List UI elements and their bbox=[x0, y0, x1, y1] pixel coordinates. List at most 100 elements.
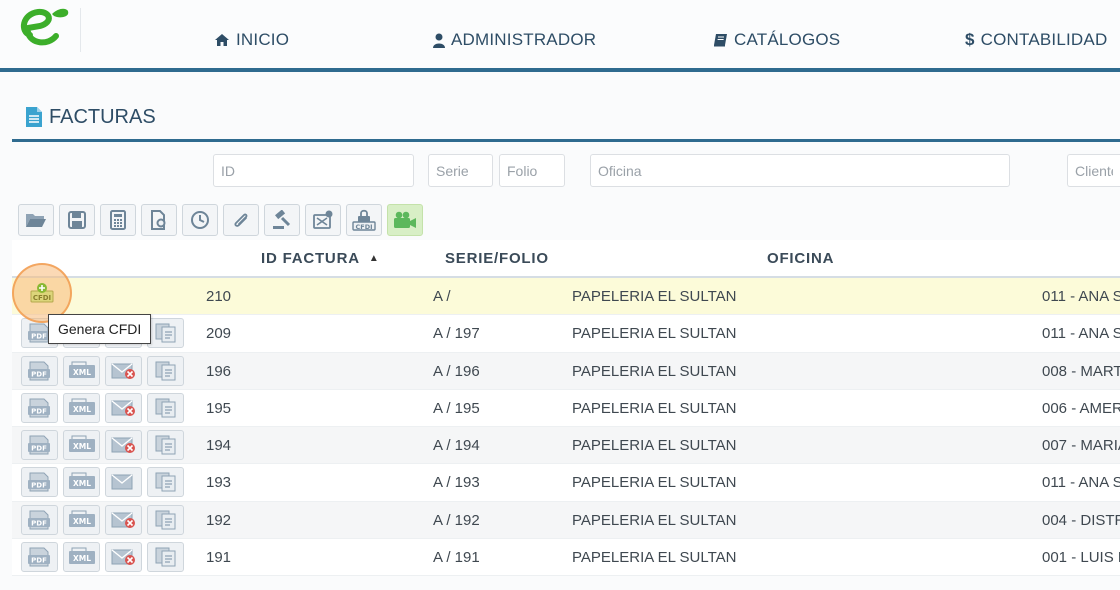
copy-button[interactable] bbox=[147, 355, 184, 386]
pdf-button[interactable]: PDF bbox=[21, 430, 58, 461]
app-logo[interactable] bbox=[14, 2, 74, 52]
cell-oficina: PAPELERIA EL SULTAN bbox=[572, 362, 737, 380]
cell-serie-folio: A / bbox=[433, 288, 451, 305]
cell-cliente: 008 - MART bbox=[1042, 362, 1120, 380]
document-icon bbox=[26, 107, 42, 127]
table-row[interactable]: 210 A / PAPELERIA EL SULTAN 011 - ANA S bbox=[12, 278, 1120, 316]
table-row[interactable]: PDFXML209A / 197PAPELERIA EL SULTAN011 -… bbox=[12, 315, 1120, 353]
video-camera-button[interactable] bbox=[387, 204, 423, 236]
cell-serie-folio: A / 194 bbox=[433, 437, 480, 455]
nav-inicio[interactable]: INICIO bbox=[214, 29, 289, 51]
filter-cliente-input[interactable] bbox=[1067, 154, 1120, 187]
filter-oficina-input[interactable] bbox=[590, 154, 1010, 187]
table-row[interactable]: PDF XML 192 A / 192 PAPELERIA EL SULTAN 004 -… bbox=[12, 501, 1120, 540]
cfdi-add-icon: CFDI bbox=[30, 283, 54, 303]
open-button[interactable] bbox=[18, 204, 54, 236]
calculator-button[interactable] bbox=[100, 204, 136, 236]
copy-document-icon bbox=[155, 547, 175, 567]
dollar-icon: $ bbox=[965, 30, 975, 49]
svg-text:CFDI: CFDI bbox=[355, 223, 372, 231]
filter-id-input[interactable] bbox=[213, 154, 414, 187]
svg-text:PDF: PDF bbox=[31, 370, 47, 378]
copy-button[interactable] bbox=[147, 542, 184, 573]
cell-id-factura: 196 bbox=[206, 362, 232, 380]
email-button[interactable] bbox=[105, 504, 142, 535]
svg-text:PDF: PDF bbox=[31, 407, 47, 415]
clock-icon bbox=[191, 211, 209, 229]
copy-button[interactable] bbox=[147, 504, 184, 535]
book-icon bbox=[714, 34, 727, 47]
cell-serie-folio: A / 196 bbox=[433, 362, 480, 380]
pdf-button[interactable]: PDF bbox=[21, 467, 58, 498]
email-button[interactable] bbox=[105, 430, 142, 461]
svg-text:XML: XML bbox=[72, 405, 90, 414]
cell-id-factura: 195 bbox=[206, 399, 232, 417]
cell-id-factura: 192 bbox=[206, 511, 232, 529]
row-actions: PDF XML bbox=[21, 430, 184, 461]
cell-cliente: 011 - ANA S bbox=[1042, 474, 1120, 492]
pdf-button[interactable]: PDF bbox=[21, 542, 58, 573]
table-row[interactable]: PDF XML 191 A / 191 PAPELERIA EL SULTAN 001 -… bbox=[12, 539, 1120, 577]
filter-serie-input[interactable] bbox=[428, 154, 493, 187]
copy-document-icon bbox=[155, 398, 175, 418]
document-search-button[interactable] bbox=[141, 204, 177, 236]
gavel-button[interactable] bbox=[264, 204, 300, 236]
clock-button[interactable] bbox=[182, 204, 218, 236]
xml-button[interactable]: XML bbox=[63, 430, 100, 461]
toolbar: CFDI bbox=[18, 204, 423, 236]
table-row[interactable]: PDF XML 196 A / 196 PAPELERIA EL SULTAN 008 -… bbox=[12, 352, 1120, 390]
pdf-button[interactable]: PDF bbox=[21, 504, 58, 535]
table-row[interactable]: PDF XML 193 A / 193 PAPELERIA EL SULTAN 011 -… bbox=[12, 464, 1120, 502]
table-row[interactable]: PDF XML 195 A / 195 PAPELERIA EL SULTAN 006 -… bbox=[12, 389, 1120, 428]
cell-oficina: PAPELERIA EL SULTAN bbox=[572, 288, 737, 305]
xml-icon: XML bbox=[68, 435, 95, 453]
nav-catalogos[interactable]: CATÁLOGOS bbox=[713, 29, 840, 51]
copy-document-icon bbox=[155, 510, 175, 530]
copy-document-icon bbox=[155, 361, 175, 381]
email-button[interactable] bbox=[105, 355, 142, 386]
email-button[interactable] bbox=[105, 542, 142, 573]
xml-button[interactable]: XML bbox=[63, 467, 100, 498]
folder-open-icon bbox=[26, 214, 46, 227]
nav-contabilidad-label: CONTABILIDAD bbox=[980, 30, 1108, 49]
save-button[interactable] bbox=[59, 204, 95, 236]
cfdi-lock-button[interactable]: CFDI bbox=[346, 204, 382, 236]
cell-cliente: 011 - ANA S bbox=[1042, 325, 1120, 343]
email-button[interactable] bbox=[105, 392, 142, 423]
cancel-cfdi-button[interactable] bbox=[305, 204, 341, 236]
nav-administrador[interactable]: ADMINISTRADOR bbox=[433, 29, 596, 51]
invoices-table: ID FACTURA ▲ SERIE/FOLIO OFICINA 210 A / PA… bbox=[12, 240, 1120, 577]
copy-button[interactable] bbox=[147, 318, 184, 349]
svg-text:XML: XML bbox=[72, 554, 90, 563]
copy-document-icon bbox=[155, 472, 175, 492]
xml-button[interactable]: XML bbox=[63, 504, 100, 535]
logo-separator bbox=[80, 8, 81, 52]
svg-text:PDF: PDF bbox=[31, 482, 47, 490]
copy-button[interactable] bbox=[147, 467, 184, 498]
xml-icon: XML bbox=[68, 547, 95, 565]
cell-cliente: 007 - MARIA bbox=[1042, 437, 1120, 455]
xml-button[interactable]: XML bbox=[63, 355, 100, 386]
attach-button[interactable] bbox=[223, 204, 259, 236]
xml-button[interactable]: XML bbox=[63, 392, 100, 423]
header-serie-folio[interactable]: SERIE/FOLIO bbox=[445, 250, 549, 267]
copy-button[interactable] bbox=[147, 392, 184, 423]
email-cancel-icon bbox=[111, 512, 135, 528]
pdf-button[interactable]: PDF bbox=[21, 355, 58, 386]
pdf-button[interactable]: PDF bbox=[21, 392, 58, 423]
table-row[interactable]: PDF XML 194 A / 194 PAPELERIA EL SULTAN 007 -… bbox=[12, 427, 1120, 465]
cell-oficina: PAPELERIA EL SULTAN bbox=[572, 325, 737, 343]
copy-button[interactable] bbox=[147, 430, 184, 461]
nav-contabilidad[interactable]: $ CONTABILIDAD bbox=[965, 29, 1107, 51]
header-oficina[interactable]: OFICINA bbox=[767, 250, 834, 267]
cell-id-factura: 210 bbox=[206, 288, 232, 305]
table-header: ID FACTURA ▲ SERIE/FOLIO OFICINA bbox=[12, 240, 1120, 278]
header-id-factura[interactable]: ID FACTURA ▲ bbox=[261, 250, 380, 267]
cell-id-factura: 191 bbox=[206, 549, 232, 567]
xml-button[interactable]: XML bbox=[63, 542, 100, 573]
gavel-icon bbox=[273, 210, 291, 229]
email-button[interactable] bbox=[105, 467, 142, 498]
cancel-cfdi-icon bbox=[313, 210, 333, 229]
filter-folio-input[interactable] bbox=[499, 154, 565, 187]
row-actions: PDF XML bbox=[21, 392, 184, 423]
